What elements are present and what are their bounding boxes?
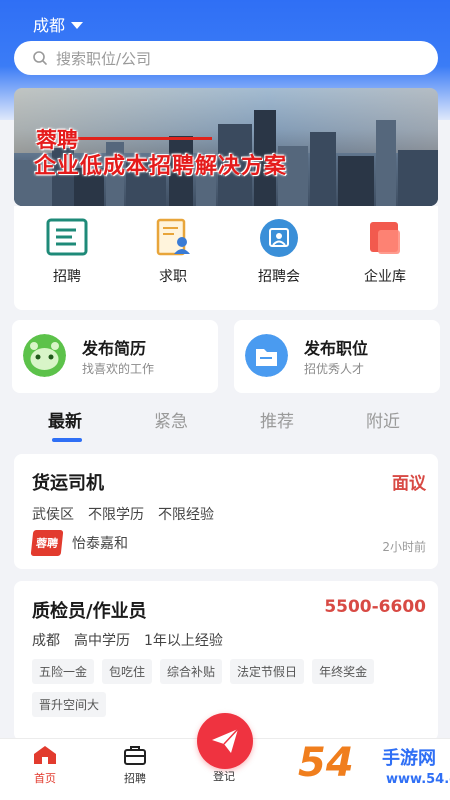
post-job-subtitle: 招优秀人才 xyxy=(304,362,365,376)
register-label: 登记 xyxy=(213,770,235,783)
banner-slogan: 企业低成本招聘解决方案 xyxy=(34,154,288,179)
job-title: 质检员/作业员 xyxy=(32,601,147,622)
job-title: 货运司机 xyxy=(32,473,104,494)
register-button[interactable] xyxy=(197,713,253,769)
search-icon xyxy=(33,51,47,65)
nav-home[interactable]: 首页 xyxy=(15,745,75,786)
benefit-tag: 综合补贴 xyxy=(160,659,223,684)
job-seek-icon xyxy=(156,218,190,256)
category-company-library[interactable]: 企业库 xyxy=(332,206,438,310)
post-resume-card[interactable]: 发布简历 找喜欢的工作 xyxy=(12,320,218,393)
category-label: 招聘会 xyxy=(258,269,300,285)
post-time: 2小时前 xyxy=(382,540,426,554)
site-watermark: 54 手游网 www.54.cn xyxy=(298,738,450,800)
benefit-tag: 包吃住 xyxy=(102,659,153,684)
nav-recruit[interactable]: 招聘 xyxy=(105,745,165,786)
company-logo: 蓉聘 xyxy=(30,530,64,556)
search-input[interactable]: 搜索职位/公司 xyxy=(14,41,438,75)
category-job-fair[interactable]: 招聘会 xyxy=(226,206,332,310)
active-tab-indicator xyxy=(52,438,82,442)
frog-face-icon xyxy=(23,334,66,377)
folder-icon xyxy=(245,334,288,377)
banner-red-line xyxy=(62,137,212,140)
job-location: 武侯区 xyxy=(32,507,74,523)
tab-urgent[interactable]: 紧急 xyxy=(154,407,188,432)
paper-plane-icon xyxy=(212,728,239,753)
category-job-seek[interactable]: 求职 xyxy=(120,206,226,310)
category-label: 企业库 xyxy=(364,269,406,285)
recruit-icon xyxy=(46,218,88,256)
benefit-tag: 法定节假日 xyxy=(230,659,305,684)
search-placeholder: 搜索职位/公司 xyxy=(56,49,152,68)
category-grid: 招聘 求职 招聘会 企业库 xyxy=(14,206,438,310)
category-label: 求职 xyxy=(159,269,187,285)
job-salary: 面议 xyxy=(392,474,426,494)
nav-home-label: 首页 xyxy=(34,772,56,785)
tab-nearby[interactable]: 附近 xyxy=(366,407,400,432)
briefcase-icon xyxy=(124,746,146,765)
caret-down-icon xyxy=(71,21,84,29)
post-resume-title: 发布简历 xyxy=(82,339,147,358)
watermark-text: 手游网 xyxy=(382,748,436,769)
city-selector[interactable]: 成都 xyxy=(33,12,84,36)
watermark-url: www.54.cn xyxy=(386,772,450,787)
job-education: 高中学历 xyxy=(74,633,130,649)
job-meta: 成都 高中学历 1年以上经验 xyxy=(32,630,223,650)
nav-recruit-label: 招聘 xyxy=(124,772,146,785)
job-card[interactable]: 货运司机 面议 武侯区 不限学历 不限经验 蓉聘 怡泰嘉和 2小时前 xyxy=(14,454,438,569)
tab-latest[interactable]: 最新 xyxy=(48,407,82,432)
job-location: 成都 xyxy=(32,633,60,649)
job-fair-icon xyxy=(260,219,298,257)
benefit-tag: 五险一金 xyxy=(32,659,95,684)
benefit-tags: 五险一金 包吃住 综合补贴 法定节假日 年终奖金 晋升空间大 xyxy=(32,659,422,717)
company-library-icon xyxy=(370,222,400,254)
benefit-tag: 晋升空间大 xyxy=(32,692,107,717)
job-education: 不限学历 xyxy=(88,507,144,523)
post-job-card[interactable]: 发布职位 招优秀人才 xyxy=(234,320,440,393)
job-experience: 1年以上经验 xyxy=(144,633,223,649)
benefit-tag: 年终奖金 xyxy=(312,659,375,684)
category-label: 招聘 xyxy=(53,269,81,285)
category-recruit[interactable]: 招聘 xyxy=(14,206,120,310)
post-resume-subtitle: 找喜欢的工作 xyxy=(82,362,155,376)
city-label: 成都 xyxy=(33,16,66,35)
company-name: 怡泰嘉和 xyxy=(72,536,128,552)
home-icon xyxy=(34,746,56,764)
tab-recommended[interactable]: 推荐 xyxy=(260,407,294,432)
post-job-title: 发布职位 xyxy=(304,339,369,358)
promo-banner[interactable]: 蓉聘 企业低成本招聘解决方案 xyxy=(14,88,438,206)
watermark-digits: 54 xyxy=(298,740,354,786)
job-salary: 5500-6600 xyxy=(324,597,426,617)
job-experience: 不限经验 xyxy=(158,507,214,523)
job-meta: 武侯区 不限学历 不限经验 xyxy=(32,504,214,524)
company-info: 蓉聘 怡泰嘉和 xyxy=(30,530,128,556)
